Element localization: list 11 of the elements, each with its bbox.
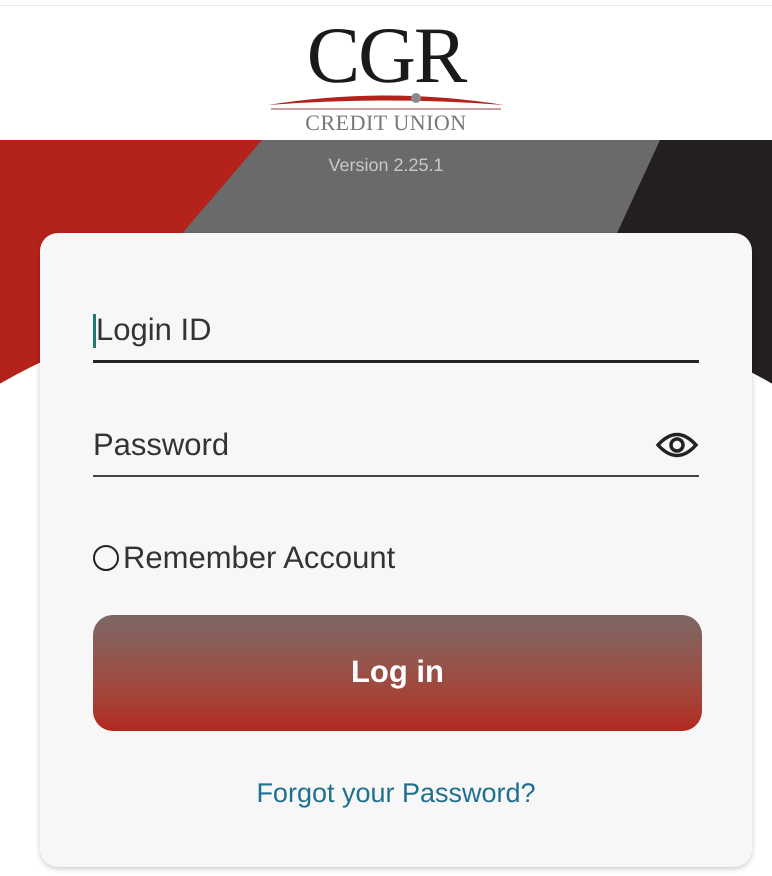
remember-label: Remember Account xyxy=(123,539,396,577)
password-field[interactable]: Password xyxy=(93,422,655,468)
logo-subtitle: CREDIT UNION xyxy=(305,110,467,136)
text-cursor xyxy=(93,314,96,348)
eye-icon[interactable] xyxy=(655,430,699,460)
logo-wordmark: CGR xyxy=(306,16,466,96)
version-label: Version 2.25.1 xyxy=(328,154,444,177)
login-button[interactable]: Log in xyxy=(93,614,702,730)
login-id-field[interactable]: Login ID xyxy=(96,307,699,354)
remember-radio[interactable] xyxy=(93,545,119,572)
forgot-password-link[interactable]: Forgot your Password? xyxy=(256,772,536,813)
